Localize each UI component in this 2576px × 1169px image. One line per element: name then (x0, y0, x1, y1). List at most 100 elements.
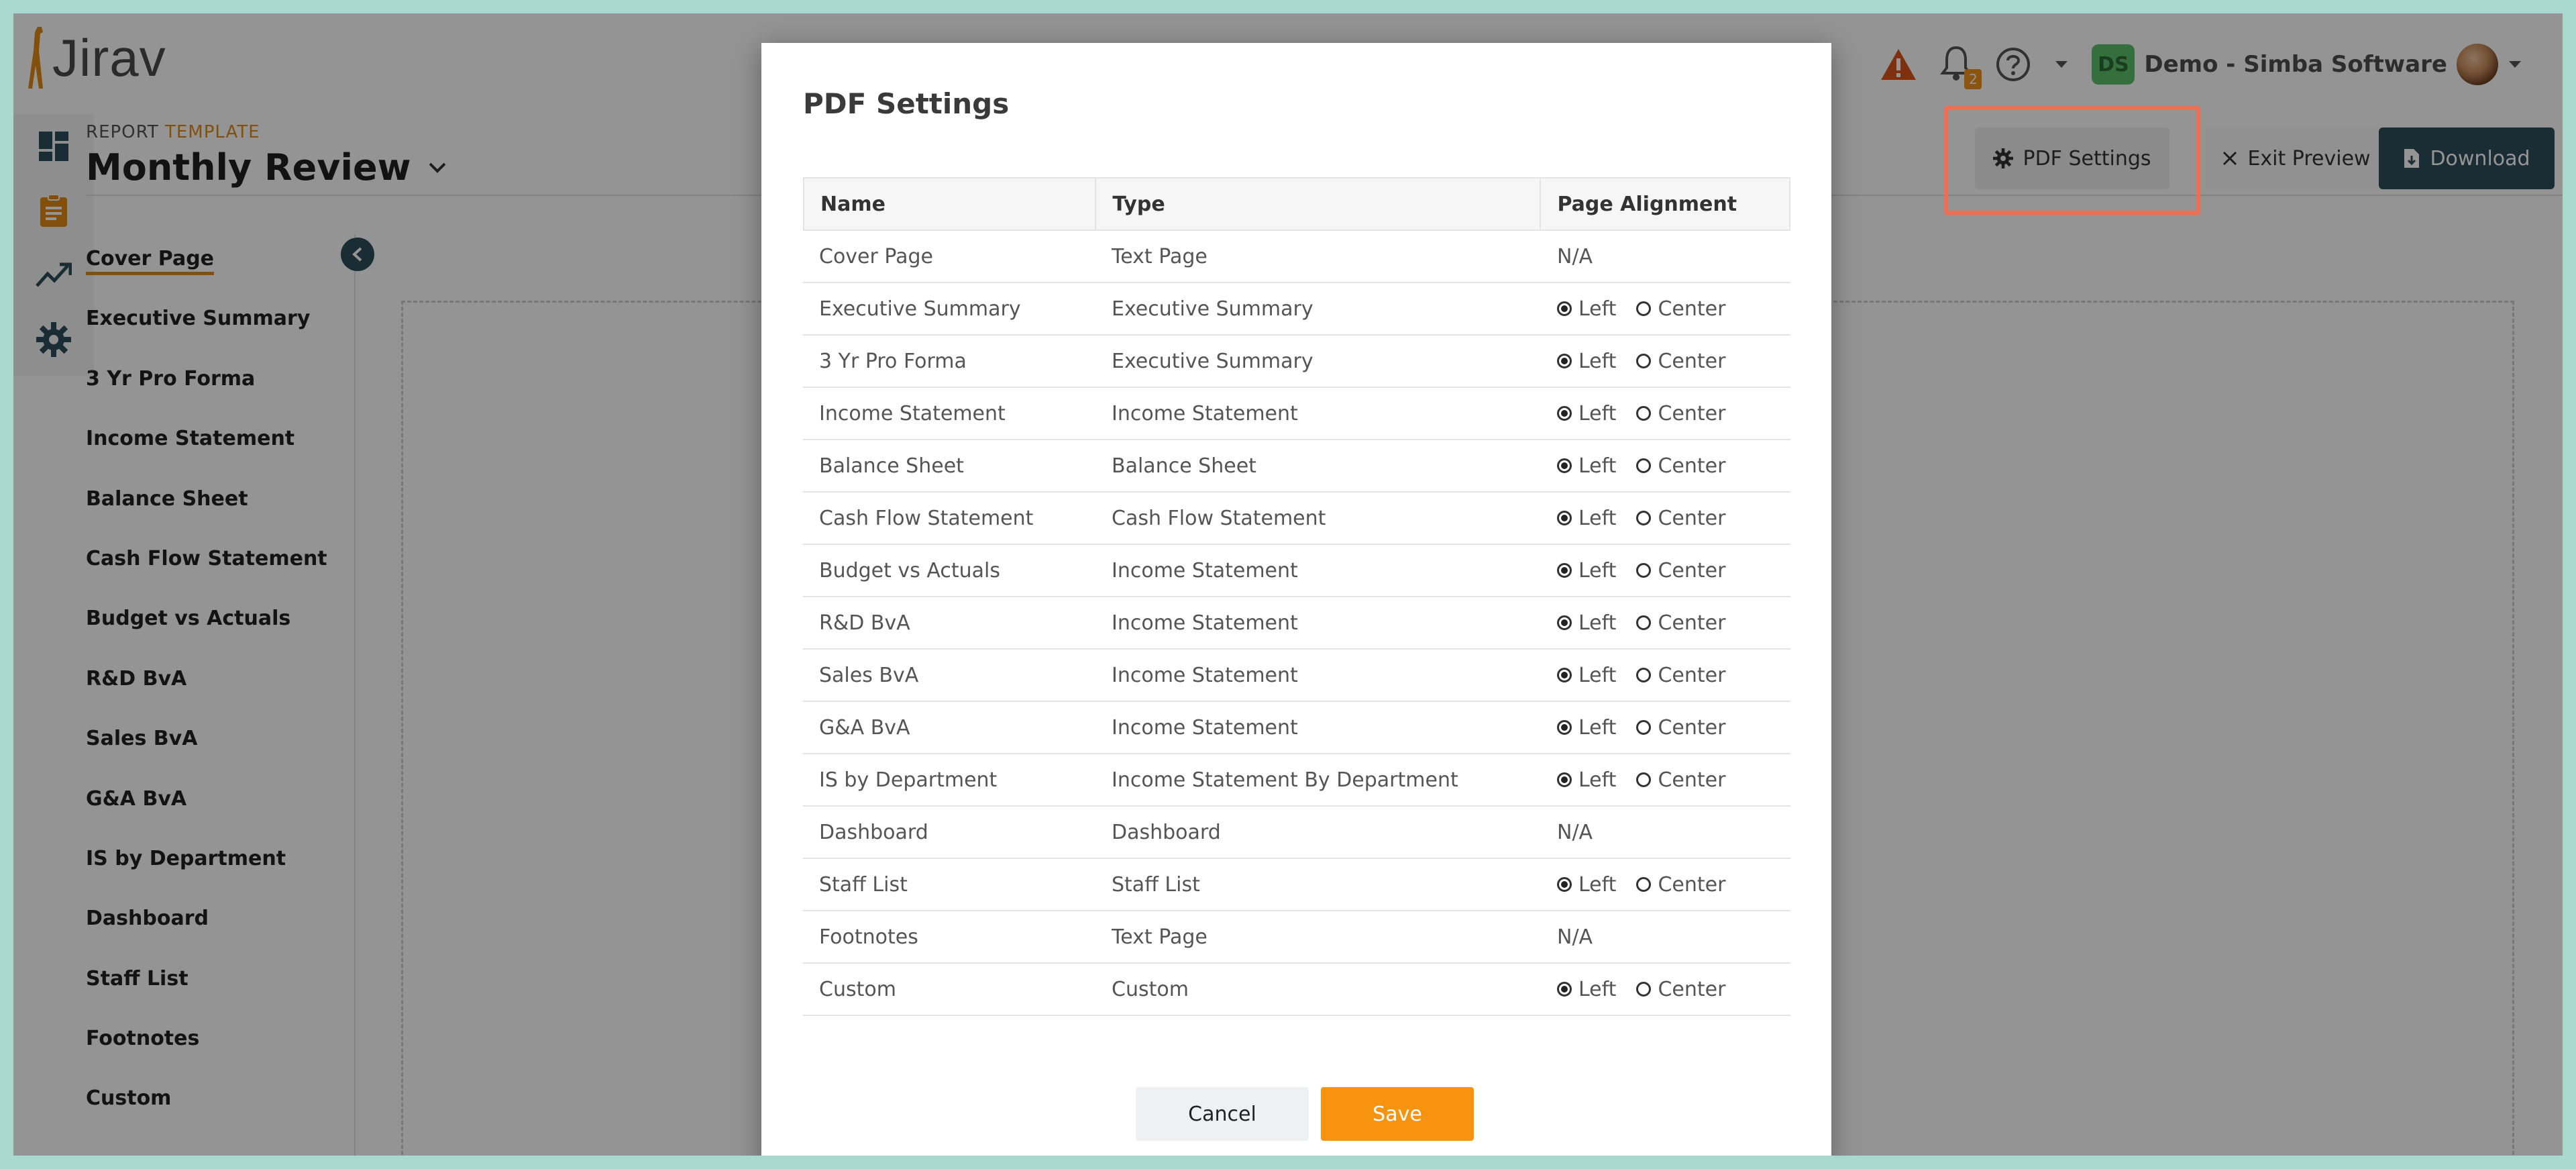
radio-center-label: Center (1658, 977, 1726, 1001)
row-name: IS by Department (819, 768, 998, 792)
column-header-alignment: Page Alignment (1557, 192, 1737, 216)
radio-center-circle[interactable] (1636, 877, 1652, 892)
radio-center-circle[interactable] (1636, 511, 1652, 525)
radio-left-label: Left (1578, 349, 1617, 373)
row-type: Custom (1112, 977, 1189, 1001)
radio-left-circle[interactable] (1557, 301, 1572, 316)
column-header-type: Type (1096, 179, 1542, 230)
alignment-radio-left[interactable]: Left (1557, 664, 1616, 687)
row-name: G&A BvA (819, 715, 910, 740)
alignment-radio-left[interactable]: Left (1557, 611, 1616, 635)
alignment-radio-left[interactable]: Left (1557, 402, 1616, 425)
row-alignment: N/A (1557, 820, 1593, 844)
radio-center-circle[interactable] (1636, 458, 1652, 473)
radio-center-label: Center (1658, 611, 1726, 635)
table-row: Income Statement Income Statement Left Cent… (803, 388, 1790, 440)
pdf-settings-table: Name Type Page Alignment Cover Page Text … (803, 177, 1790, 1016)
radio-left-circle[interactable] (1557, 458, 1572, 473)
alignment-radio-group: Left Center (1557, 454, 1725, 478)
radio-left-circle[interactable] (1557, 720, 1572, 735)
radio-left-label: Left (1578, 872, 1617, 897)
radio-center-circle[interactable] (1636, 772, 1652, 787)
radio-center-label: Center (1658, 768, 1726, 792)
radio-center-circle[interactable] (1636, 406, 1652, 421)
row-type: Executive Summary (1112, 349, 1313, 373)
row-type: Staff List (1112, 872, 1200, 897)
row-name: Executive Summary (819, 297, 1021, 321)
modal-title: PDF Settings (803, 87, 1010, 120)
radio-left-circle[interactable] (1557, 772, 1572, 787)
radio-left-circle[interactable] (1557, 668, 1572, 682)
radio-center-circle[interactable] (1636, 563, 1652, 578)
row-name: Footnotes (819, 925, 918, 949)
row-name: Cover Page (819, 244, 934, 268)
alignment-radio-left[interactable]: Left (1557, 507, 1616, 530)
table-header: Name Type Page Alignment (803, 177, 1790, 231)
radio-left-circle[interactable] (1557, 615, 1572, 630)
radio-left-label: Left (1578, 715, 1617, 740)
alignment-radio-center[interactable]: Center (1636, 507, 1725, 530)
radio-center-circle[interactable] (1636, 668, 1652, 682)
row-alignment: Left Center (1541, 702, 1789, 753)
alignment-radio-center[interactable]: Center (1636, 350, 1725, 373)
radio-left-circle[interactable] (1557, 406, 1572, 421)
row-type: Income Statement By Department (1112, 768, 1458, 792)
alignment-radio-left[interactable]: Left (1557, 768, 1616, 792)
row-alignment: Left Center (1541, 964, 1789, 1015)
row-type: Income Statement (1112, 715, 1298, 740)
alignment-radio-center[interactable]: Center (1636, 559, 1725, 582)
row-alignment: Left Center (1541, 336, 1789, 387)
table-row: G&A BvA Income Statement Left Center (803, 702, 1790, 754)
alignment-radio-group: Left Center (1557, 402, 1725, 425)
alignment-radio-center[interactable]: Center (1636, 664, 1725, 687)
radio-left-circle[interactable] (1557, 982, 1572, 997)
alignment-radio-center[interactable]: Center (1636, 454, 1725, 478)
row-name: Dashboard (819, 820, 928, 844)
alignment-radio-center[interactable]: Center (1636, 873, 1725, 897)
row-name: Staff List (819, 872, 908, 897)
alignment-radio-left[interactable]: Left (1557, 350, 1616, 373)
alignment-radio-center[interactable]: Center (1636, 611, 1725, 635)
alignment-radio-center[interactable]: Center (1636, 716, 1725, 740)
radio-left-circle[interactable] (1557, 511, 1572, 525)
radio-center-label: Center (1658, 663, 1726, 687)
table-row: Dashboard Dashboard N/A (803, 807, 1790, 859)
alignment-radio-left[interactable]: Left (1557, 297, 1616, 321)
alignment-radio-center[interactable]: Center (1636, 768, 1725, 792)
alignment-radio-left[interactable]: Left (1557, 716, 1616, 740)
radio-left-label: Left (1578, 611, 1617, 635)
row-name: Custom (819, 977, 896, 1001)
row-name: R&D BvA (819, 611, 910, 635)
radio-center-circle[interactable] (1636, 354, 1652, 368)
alignment-radio-center[interactable]: Center (1636, 978, 1725, 1001)
radio-center-circle[interactable] (1636, 301, 1652, 316)
radio-center-label: Center (1658, 349, 1726, 373)
alignment-radio-left[interactable]: Left (1557, 978, 1616, 1001)
table-row: Cash Flow Statement Cash Flow Statement Le… (803, 493, 1790, 545)
radio-center-circle[interactable] (1636, 615, 1652, 630)
radio-center-circle[interactable] (1636, 720, 1652, 735)
alignment-radio-left[interactable]: Left (1557, 559, 1616, 582)
save-button[interactable]: Save (1321, 1087, 1474, 1141)
alignment-radio-left[interactable]: Left (1557, 454, 1616, 478)
row-type: Executive Summary (1112, 297, 1313, 321)
row-name: Sales BvA (819, 663, 919, 687)
alignment-radio-left[interactable]: Left (1557, 873, 1616, 897)
row-type: Income Statement (1112, 558, 1298, 582)
row-type: Income Statement (1112, 611, 1298, 635)
row-name: Income Statement (819, 401, 1006, 425)
alignment-radio-group: Left Center (1557, 350, 1725, 373)
cancel-button[interactable]: Cancel (1136, 1087, 1309, 1141)
radio-center-circle[interactable] (1636, 982, 1652, 997)
radio-center-label: Center (1658, 872, 1726, 897)
alignment-radio-center[interactable]: Center (1636, 402, 1725, 425)
radio-left-circle[interactable] (1557, 354, 1572, 368)
alignment-radio-group: Left Center (1557, 873, 1725, 897)
alignment-radio-center[interactable]: Center (1636, 297, 1725, 321)
row-alignment: Left Center (1541, 597, 1789, 648)
row-type: Dashboard (1112, 820, 1221, 844)
table-row: Custom Custom Left Center (803, 964, 1790, 1016)
radio-left-circle[interactable] (1557, 563, 1572, 578)
table-row: Sales BvA Income Statement Left Center (803, 650, 1790, 702)
radio-left-circle[interactable] (1557, 877, 1572, 892)
